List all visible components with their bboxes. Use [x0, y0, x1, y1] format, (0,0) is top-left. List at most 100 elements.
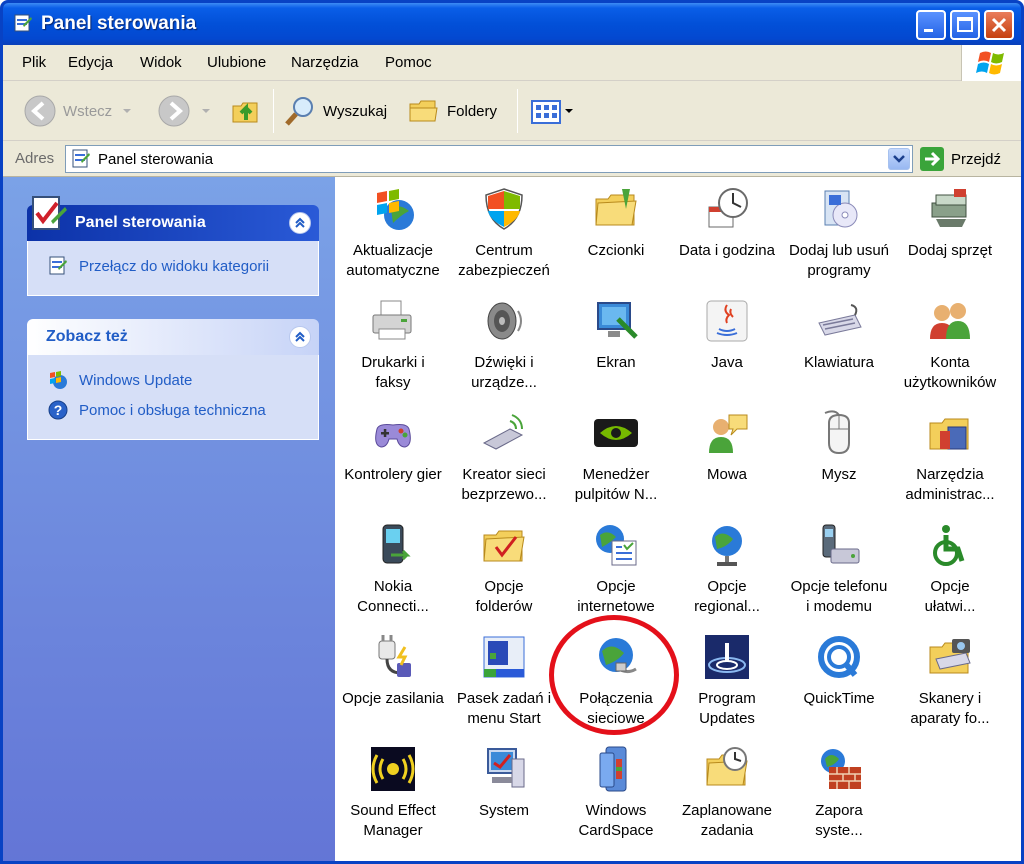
control-panel-item[interactable]: Klawiatura [783, 293, 895, 405]
control-panel-item[interactable]: Zapora syste... [783, 741, 895, 853]
double-chevron-up-icon [295, 217, 305, 228]
wireless-network-icon [482, 414, 524, 450]
back-label: Wstecz [63, 102, 113, 120]
windows-update-link[interactable]: Windows Update [28, 365, 318, 395]
control-panel-item[interactable]: Opcje telefonu i modemu [783, 517, 895, 629]
menu-favorites[interactable]: Ulubione [207, 54, 266, 71]
taskbox-body: Przełącz do widoku kategorii [27, 241, 319, 296]
folder-options-icon [483, 530, 525, 562]
title-bar[interactable]: Panel sterowania [3, 3, 1021, 45]
control-panel-item[interactable]: Nokia Connecti... [337, 517, 449, 629]
control-panel-item[interactable]: Opcje ułatwi... [894, 517, 1006, 629]
switch-to-category-view-link[interactable]: Przełącz do widoku kategorii [28, 251, 318, 281]
control-panel-item[interactable]: Data i godzina [671, 181, 783, 293]
back-button[interactable]: Wstecz [23, 93, 134, 129]
display-icon [597, 302, 638, 339]
control-panel-large-icon [32, 196, 67, 230]
chevron-down-icon [202, 109, 210, 113]
search-button[interactable]: Wyszukaj [283, 93, 387, 129]
control-panel-item[interactable]: Opcje folderów [448, 517, 560, 629]
control-panel-item[interactable]: Windows CardSpace [560, 741, 672, 853]
views-button[interactable] [529, 93, 575, 129]
control-panel-item[interactable]: Ekran [560, 293, 672, 405]
control-panel-item[interactable]: Program Updates [671, 629, 783, 741]
address-label: Adres [15, 150, 55, 167]
item-label: Opcje telefonu i modemu [790, 578, 888, 615]
menu-file[interactable]: Plik [22, 54, 46, 71]
control-panel-item[interactable]: Kontrolery gier [337, 405, 449, 517]
menu-help[interactable]: Pomoc [385, 54, 432, 71]
gamepad-icon [375, 424, 411, 448]
collapse-button[interactable] [289, 212, 311, 234]
control-panel-item[interactable]: Zaplanowane zadania [671, 741, 783, 853]
control-panel-item[interactable]: Sound Effect Manager [337, 741, 449, 853]
item-label: Dodaj sprzęt [907, 242, 993, 259]
menu-bar: Plik Edycja Widok Ulubione Narzędzia Pom… [3, 45, 1021, 81]
address-input[interactable]: Panel sterowania [65, 145, 913, 173]
firewall-icon [821, 749, 861, 789]
go-button[interactable]: Przejdź [919, 146, 1001, 172]
address-dropdown-button[interactable] [888, 148, 910, 170]
control-panel-item[interactable]: Konta użytkowników [894, 293, 1006, 405]
maximize-button[interactable] [950, 10, 980, 40]
chevron-down-icon [565, 109, 573, 113]
control-panel-item[interactable]: Narzędzia administrac... [894, 405, 1006, 517]
help-icon: ? [48, 400, 68, 420]
control-panel-item[interactable]: Opcje regional... [671, 517, 783, 629]
views-icon [531, 100, 561, 124]
see-also-header[interactable]: Zobacz też [27, 319, 319, 355]
toolbar-separator [273, 89, 274, 133]
item-label: Konta użytkowników [903, 354, 997, 391]
security-shield-icon [485, 188, 523, 230]
control-panel-item[interactable]: Pasek zadań i menu Start [448, 629, 560, 741]
menu-view[interactable]: Widok [140, 54, 182, 71]
see-also-taskbox: Zobacz też Windows Update ? Pomoc i obsł… [27, 319, 319, 440]
control-panel-item[interactable]: Dodaj lub usuń programy [783, 181, 895, 293]
control-panel-item[interactable]: Opcje internetowe [560, 517, 672, 629]
keyboard-icon [818, 304, 862, 336]
up-folder-button[interactable] [229, 93, 263, 129]
control-panel-item[interactable]: Czcionki [560, 181, 672, 293]
help-support-link[interactable]: ? Pomoc i obsługa techniczna [28, 395, 318, 425]
control-panel-item[interactable]: Mysz [783, 405, 895, 517]
control-panel-item[interactable]: Menedżer pulpitów N... [560, 405, 672, 517]
address-bar: Adres Panel sterowania Przejdź [3, 141, 1021, 177]
double-chevron-up-icon [295, 331, 305, 342]
folders-icon [409, 100, 438, 122]
control-panel-item[interactable]: Opcje zasilania [337, 629, 449, 741]
control-panel-icon [49, 256, 67, 275]
item-label: Opcje ułatwi... [924, 578, 976, 615]
minimize-icon [924, 29, 933, 32]
minimize-button[interactable] [916, 10, 946, 40]
control-panel-item[interactable]: System [448, 741, 560, 853]
control-panel-item[interactable]: Skanery i aparaty fo... [894, 629, 1006, 741]
folders-button[interactable]: Foldery [407, 93, 497, 129]
collapse-button[interactable] [289, 326, 311, 348]
control-panel-item[interactable]: Aktualizacje automatyczne [337, 181, 449, 293]
quicktime-icon [818, 636, 860, 678]
internet-options-icon [596, 525, 637, 566]
control-panel-item[interactable]: Mowa [671, 405, 783, 517]
menu-tools[interactable]: Narzędzia [291, 54, 359, 71]
control-panel-item[interactable]: Drukarki i faksy [337, 293, 449, 405]
item-label: Dodaj lub usuń programy [788, 242, 890, 279]
windows-logo [961, 45, 1021, 81]
program-updates-icon [705, 635, 749, 679]
add-hardware-icon [931, 189, 967, 227]
close-button[interactable] [984, 10, 1014, 40]
go-label: Przejdź [951, 150, 1002, 168]
menu-edit[interactable]: Edycja [68, 54, 113, 71]
control-panel-item[interactable]: QuickTime [783, 629, 895, 741]
item-label: Zaplanowane zadania [681, 802, 773, 839]
cardspace-icon [599, 746, 627, 792]
go-arrow-icon [920, 147, 944, 171]
control-panel-item[interactable]: Centrum zabezpieczeń [448, 181, 560, 293]
item-label: Opcje folderów [475, 578, 533, 615]
control-panel-item[interactable]: Dodaj sprzęt [894, 181, 1006, 293]
control-panel-taskbox-header[interactable]: Panel sterowania [27, 196, 319, 241]
control-panel-item[interactable]: Kreator sieci bezprzewo... [448, 405, 560, 517]
item-label: Aktualizacje automatyczne [346, 242, 440, 279]
control-panel-item[interactable]: Dźwięki i urządze... [448, 293, 560, 405]
control-panel-item[interactable]: Java [671, 293, 783, 405]
forward-button[interactable] [157, 93, 213, 129]
